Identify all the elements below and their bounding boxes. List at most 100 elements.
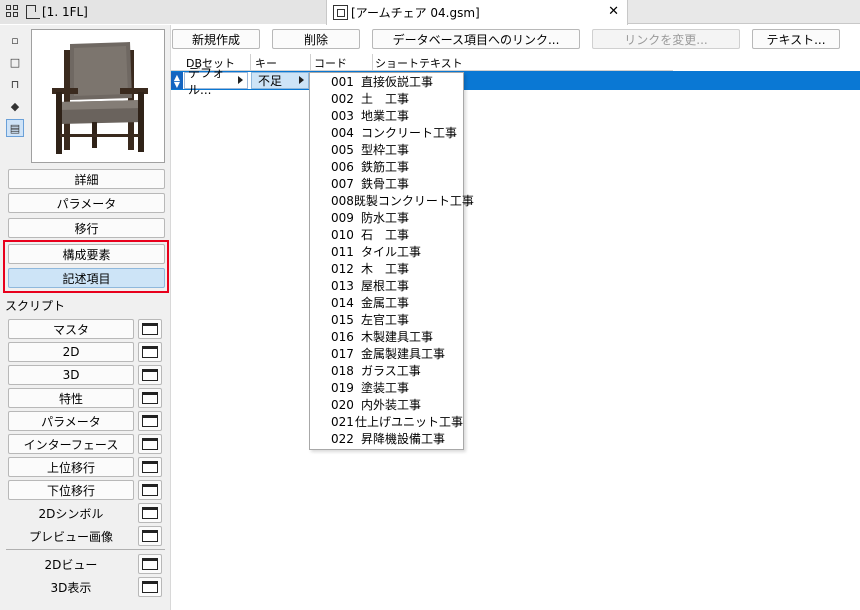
menu-item[interactable]: 020 内外装工事 — [310, 396, 463, 413]
menu-item[interactable]: 001 直接仮説工事 — [310, 73, 463, 90]
delete-button[interactable]: 削除 — [272, 29, 360, 49]
divider — [6, 549, 165, 550]
parameter-button[interactable]: パラメータ — [8, 193, 165, 213]
small-square-icon[interactable]: ▫ — [6, 31, 24, 49]
cube-icon[interactable]: ◆ — [6, 97, 24, 115]
column-key[interactable]: キー — [255, 55, 277, 71]
window-icon[interactable] — [138, 480, 162, 500]
menu-item[interactable]: 004 コンクリート工事 — [310, 124, 463, 141]
window-icon[interactable] — [138, 434, 162, 454]
window-icon[interactable] — [138, 503, 162, 523]
menu-item-code: 012 — [331, 261, 354, 276]
menu-item-name: コンクリート工事 — [361, 126, 458, 140]
script-3d-button[interactable]: 3D — [8, 365, 134, 385]
menu-item-name: 鉄筋工事 — [361, 160, 410, 174]
menu-item-name: 内外装工事 — [361, 398, 422, 412]
menu-item-name: 地業工事 — [361, 109, 410, 123]
menu-item[interactable]: 022 昇降機設備工事 — [310, 430, 463, 447]
menu-item-name: 木 工事 — [361, 262, 410, 276]
menu-item[interactable]: 007 鉄骨工事 — [310, 175, 463, 192]
menu-item-code: 017 — [331, 346, 354, 361]
window-icon[interactable] — [138, 577, 162, 597]
menu-item[interactable]: 015 左官工事 — [310, 311, 463, 328]
window-icon[interactable] — [138, 319, 162, 339]
db-link-button[interactable]: データベース項目へのリンク... — [372, 29, 580, 49]
detail-button[interactable]: 詳細 — [8, 169, 165, 189]
menu-item-name: 既製コンクリート工事 — [353, 194, 474, 208]
close-icon[interactable]: ✕ — [608, 4, 619, 19]
script-2d-button[interactable]: 2D — [8, 342, 134, 362]
menu-item-code: 003 — [331, 108, 354, 123]
menu-item[interactable]: 019 塗装工事 — [310, 379, 463, 396]
table-row-selected[interactable] — [463, 71, 860, 90]
view-icons: ▫ □ ⊓ ◆ ▤ — [6, 31, 28, 141]
menu-item[interactable]: 005 型枠工事 — [310, 141, 463, 158]
window-icon[interactable] — [138, 457, 162, 477]
tab-object[interactable]: [アームチェア 04.gsm] ✕ — [326, 0, 628, 25]
script-backward-migration-button[interactable]: 下位移行 — [8, 480, 134, 500]
script-parameter-button[interactable]: パラメータ — [8, 411, 134, 431]
menu-item-code: 013 — [331, 278, 354, 293]
menu-item[interactable]: 012 木 工事 — [310, 260, 463, 277]
window-icon[interactable] — [138, 388, 162, 408]
view-2d-label[interactable]: 2Dビュー — [8, 554, 134, 574]
chair-outline-icon[interactable]: ⊓ — [6, 75, 24, 93]
menu-item-code: 020 — [331, 397, 354, 412]
column-code[interactable]: コード — [314, 55, 347, 71]
script-interface-button[interactable]: インターフェース — [8, 434, 134, 454]
window-icon[interactable] — [138, 365, 162, 385]
menu-item-code: 006 — [331, 159, 354, 174]
menu-item-name: タイル工事 — [361, 245, 422, 259]
menu-item[interactable]: 016 木製建具工事 — [310, 328, 463, 345]
menu-item[interactable]: 014 金属工事 — [310, 294, 463, 311]
text-button[interactable]: テキスト... — [752, 29, 840, 49]
menu-item-name: 鉄骨工事 — [361, 177, 410, 191]
submenu-arrow-icon — [238, 76, 243, 84]
preview-image-label[interactable]: プレビュー画像 — [8, 526, 134, 546]
menu-item[interactable]: 021 仕上げユニット工事 — [310, 413, 463, 430]
tab-floor-label: [1. 1FL] — [42, 5, 88, 19]
menu-item-name: 塗装工事 — [361, 381, 410, 395]
floor-plan-icon — [26, 5, 40, 19]
menu-item[interactable]: 006 鉄筋工事 — [310, 158, 463, 175]
dbset-cell[interactable]: デフォル... — [184, 66, 248, 97]
menu-item-code: 008 — [331, 193, 354, 208]
migration-button[interactable]: 移行 — [8, 218, 165, 238]
change-link-button[interactable]: リンクを変更... — [592, 29, 740, 49]
new-button[interactable]: 新規作成 — [172, 29, 260, 49]
window-icon[interactable] — [138, 411, 162, 431]
menu-item-code: 004 — [331, 125, 354, 140]
window-icon[interactable] — [138, 342, 162, 362]
menu-item[interactable]: 008 既製コンクリート工事 — [310, 192, 474, 209]
symbol-2d-label[interactable]: 2Dシンボル — [8, 503, 134, 523]
window-icon[interactable] — [138, 554, 162, 574]
view-3d-label[interactable]: 3D表示 — [8, 577, 134, 597]
menu-item-code: 001 — [331, 74, 354, 89]
sort-arrows-icon[interactable]: ▲ ▼ — [171, 72, 183, 89]
menu-item-code: 011 — [331, 244, 354, 259]
menu-item-name: 屋根工事 — [361, 279, 410, 293]
key-cell[interactable]: 不足 — [251, 72, 309, 89]
menu-item[interactable]: 009 防水工事 — [310, 209, 463, 226]
script-forward-migration-button[interactable]: 上位移行 — [8, 457, 134, 477]
menu-item[interactable]: 002 土 工事 — [310, 90, 463, 107]
menu-item-name: 木製建具工事 — [361, 330, 434, 344]
script-master-button[interactable]: マスタ — [8, 319, 134, 339]
menu-item[interactable]: 013 屋根工事 — [310, 277, 463, 294]
column-short-text[interactable]: ショートテキスト — [375, 55, 463, 71]
menu-item[interactable]: 010 石 工事 — [310, 226, 463, 243]
script-property-button[interactable]: 特性 — [8, 388, 134, 408]
menu-item-code: 002 — [331, 91, 354, 106]
menu-item[interactable]: 003 地業工事 — [310, 107, 463, 124]
menu-item-name: 仕上げユニット工事 — [354, 415, 463, 429]
film-strip-icon[interactable]: ▤ — [6, 119, 24, 137]
window-icon[interactable] — [138, 526, 162, 546]
tab-floor-plan[interactable]: [1. 1FL] — [0, 0, 326, 24]
menu-item[interactable]: 018 ガラス工事 — [310, 362, 463, 379]
object-editor-icon — [333, 5, 348, 20]
square-icon[interactable]: □ — [6, 53, 24, 71]
scripts-label: スクリプト — [5, 299, 66, 313]
menu-item[interactable]: 017 金属製建具工事 — [310, 345, 463, 362]
menu-item[interactable]: 011 タイル工事 — [310, 243, 463, 260]
menu-item-code: 022 — [331, 431, 354, 446]
